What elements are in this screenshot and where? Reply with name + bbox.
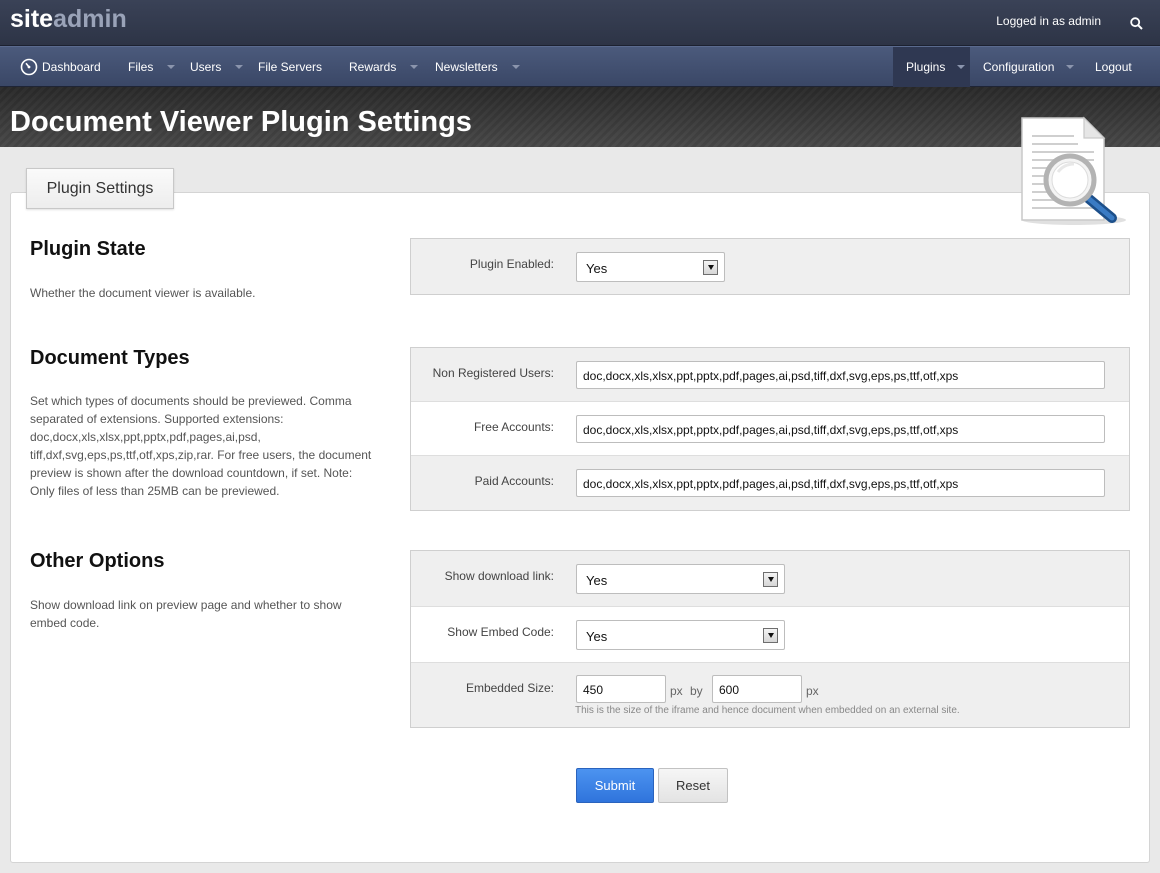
document-viewer-icon bbox=[1021, 116, 1126, 225]
page-title: Document Viewer Plugin Settings bbox=[10, 106, 472, 138]
paid-accounts-row: Paid Accounts: doc,docx,xls,xlsx,ppt,ppt… bbox=[411, 456, 1129, 510]
logo-secondary: admin bbox=[53, 5, 127, 33]
paid-accounts-label: Paid Accounts: bbox=[474, 474, 554, 488]
reset-button[interactable]: Reset bbox=[658, 768, 728, 803]
chevron-down-icon bbox=[167, 65, 176, 69]
chevron-down-icon bbox=[1066, 65, 1075, 69]
height-unit: px bbox=[806, 684, 819, 698]
plugin-enabled-label: Plugin Enabled: bbox=[469, 257, 554, 271]
plugin-state-fields: Plugin Enabled: Yes bbox=[410, 238, 1130, 295]
show-download-select[interactable]: Yes bbox=[576, 564, 785, 594]
document-types-description: Set which types of documents should be p… bbox=[30, 394, 372, 498]
nav-dashboard-label: Dashboard bbox=[42, 60, 101, 74]
nav-rewards-label: Rewards bbox=[349, 60, 397, 74]
nav-plugins-label: Plugins bbox=[906, 60, 946, 74]
plugin-enabled-value: Yes bbox=[586, 261, 608, 276]
chevron-down-icon bbox=[957, 65, 966, 69]
search-icon bbox=[1129, 16, 1143, 30]
tab-plugin-settings[interactable]: Plugin Settings bbox=[26, 168, 174, 209]
show-download-row: Show download link: Yes bbox=[411, 551, 1129, 607]
nav-logout[interactable]: Logout bbox=[1095, 47, 1132, 87]
logged-in-status: Logged in as admin bbox=[996, 14, 1101, 28]
nav-plugins[interactable]: Plugins bbox=[893, 47, 970, 87]
other-options-description: Show download link on preview page and w… bbox=[30, 598, 342, 630]
show-embed-row: Show Embed Code: Yes bbox=[411, 607, 1129, 663]
plugin-enabled-select[interactable]: Yes bbox=[576, 252, 725, 282]
page-header: Document Viewer Plugin Settings bbox=[0, 87, 1160, 147]
width-unit: px bbox=[670, 684, 683, 698]
free-accounts-label: Free Accounts: bbox=[473, 420, 554, 434]
chevron-down-icon bbox=[235, 65, 244, 69]
document-types-fields: Non Registered Users: doc,docx,xls,xlsx,… bbox=[410, 347, 1130, 511]
nav-newsletters-label: Newsletters bbox=[435, 60, 498, 74]
show-download-label: Show download link: bbox=[444, 569, 554, 583]
nav-configuration-label: Configuration bbox=[983, 60, 1055, 74]
embed-height-input[interactable]: 600 bbox=[712, 675, 802, 703]
chevron-down-icon bbox=[511, 65, 520, 69]
nav-files[interactable]: Files bbox=[128, 47, 176, 87]
other-options-title: Other Options bbox=[30, 550, 165, 572]
nav-rewards[interactable]: Rewards bbox=[349, 47, 419, 87]
plugin-state-title: Plugin State bbox=[30, 238, 146, 260]
nav-file-servers[interactable]: File Servers bbox=[258, 47, 322, 87]
plugin-state-description: Whether the document viewer is available… bbox=[30, 286, 256, 300]
chevron-down-icon bbox=[410, 65, 419, 69]
nav-users-label: Users bbox=[190, 60, 222, 74]
show-embed-select[interactable]: Yes bbox=[576, 620, 785, 650]
nav-users[interactable]: Users bbox=[190, 47, 244, 87]
nav-files-label: Files bbox=[128, 60, 154, 74]
show-embed-value: Yes bbox=[586, 629, 608, 644]
main-nav: Dashboard Files Users File Servers Rewar… bbox=[0, 46, 1160, 87]
free-accounts-input[interactable]: doc,docx,xls,xlsx,ppt,pptx,pdf,pages,ai,… bbox=[576, 415, 1105, 443]
document-types-title: Document Types bbox=[30, 347, 190, 369]
top-bar: siteadmin Logged in as admin bbox=[0, 0, 1160, 46]
chevron-down-icon bbox=[703, 260, 718, 275]
nav-file-servers-label: File Servers bbox=[258, 60, 323, 74]
plugin-enabled-row: Plugin Enabled: Yes bbox=[411, 239, 1129, 294]
chevron-down-icon bbox=[763, 572, 778, 587]
show-embed-label: Show Embed Code: bbox=[447, 625, 554, 639]
embed-width-input[interactable]: 450 bbox=[576, 675, 666, 703]
embedded-size-row: Embedded Size: 450 px by 600 px This is … bbox=[411, 663, 1129, 727]
embedded-size-label: Embedded Size: bbox=[465, 681, 554, 695]
non-registered-input[interactable]: doc,docx,xls,xlsx,ppt,pptx,pdf,pages,ai,… bbox=[576, 361, 1105, 389]
nav-newsletters[interactable]: Newsletters bbox=[435, 47, 520, 87]
nav-logout-label: Logout bbox=[1095, 60, 1132, 74]
logo-primary: site bbox=[10, 5, 54, 33]
dashboard-gauge-icon bbox=[20, 58, 38, 76]
nav-configuration[interactable]: Configuration bbox=[983, 47, 1075, 87]
chevron-down-icon bbox=[763, 628, 778, 643]
non-registered-label: Non Registered Users: bbox=[432, 366, 554, 380]
embedded-size-hint: This is the size of the iframe and hence… bbox=[575, 705, 960, 716]
other-options-fields: Show download link: Yes Show Embed Code:… bbox=[410, 550, 1130, 728]
non-registered-row: Non Registered Users: doc,docx,xls,xlsx,… bbox=[411, 348, 1129, 402]
nav-dashboard[interactable]: Dashboard bbox=[20, 47, 101, 87]
site-logo[interactable]: siteadmin bbox=[10, 5, 127, 34]
by-text: by bbox=[690, 684, 703, 698]
paid-accounts-input[interactable]: doc,docx,xls,xlsx,ppt,pptx,pdf,pages,ai,… bbox=[576, 469, 1105, 497]
free-accounts-row: Free Accounts: doc,docx,xls,xlsx,ppt,ppt… bbox=[411, 402, 1129, 456]
show-download-value: Yes bbox=[586, 573, 608, 588]
submit-button[interactable]: Submit bbox=[576, 768, 654, 803]
search-button[interactable] bbox=[1112, 0, 1160, 46]
